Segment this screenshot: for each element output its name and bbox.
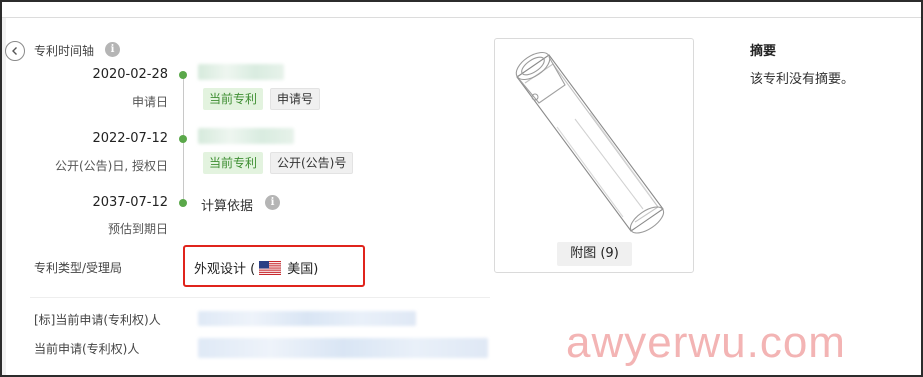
back-button[interactable] bbox=[5, 41, 25, 61]
left-scroll-strip bbox=[2, 18, 6, 375]
event-sub-label: 公开(公告)日, 授权日 bbox=[55, 159, 168, 173]
patent-type-label: 专利类型/受理局 bbox=[34, 261, 123, 275]
us-flag-icon bbox=[259, 260, 282, 275]
timeline-dot bbox=[179, 135, 187, 143]
calc-basis-label: 计算依据 bbox=[201, 199, 254, 214]
current-applicant-label: 当前申请(专利权)人 bbox=[34, 342, 140, 356]
top-divider bbox=[2, 17, 921, 18]
application-number-tag[interactable]: 申请号 bbox=[270, 88, 321, 110]
event-date: 2022-07-12 bbox=[92, 131, 168, 146]
publication-number-tag[interactable]: 公开(公告)号 bbox=[270, 152, 354, 174]
patent-drawing-image bbox=[515, 51, 665, 234]
patent-office-text: 美国) bbox=[287, 262, 319, 277]
abstract-text: 该专利没有摘要。 bbox=[750, 72, 855, 87]
current-patent-tag: 当前专利 bbox=[203, 152, 264, 174]
timeline-title: 专利时间轴 bbox=[34, 44, 95, 58]
figure-caption[interactable]: 附图 (9) bbox=[557, 242, 632, 266]
abstract-heading: 摘要 bbox=[750, 44, 777, 59]
redacted-value bbox=[198, 128, 294, 144]
patent-type-text: 外观设计 ( bbox=[194, 262, 256, 277]
patent-type-value: 外观设计 ( 美国) bbox=[194, 258, 318, 277]
info-icon[interactable]: i bbox=[105, 42, 120, 57]
event-sub-label: 申请日 bbox=[131, 95, 168, 109]
redacted-value bbox=[198, 64, 284, 80]
figure-card[interactable] bbox=[494, 38, 694, 273]
watermark: awyerwu.com bbox=[566, 318, 846, 367]
event-date: 2037-07-12 bbox=[92, 195, 168, 210]
event-date: 2020-02-28 bbox=[92, 67, 168, 82]
chevron-left-icon bbox=[12, 47, 17, 55]
section-divider bbox=[30, 297, 490, 298]
info-icon[interactable]: i bbox=[265, 195, 280, 210]
timeline-dot bbox=[179, 71, 187, 79]
redacted-value bbox=[198, 311, 416, 326]
timeline-dot bbox=[179, 199, 187, 207]
current-patent-tag: 当前专利 bbox=[203, 88, 264, 110]
event-sub-label: 预估到期日 bbox=[107, 222, 168, 236]
tagged-applicant-label: [标]当前申请(专利权)人 bbox=[34, 313, 161, 327]
redacted-value bbox=[198, 338, 488, 358]
